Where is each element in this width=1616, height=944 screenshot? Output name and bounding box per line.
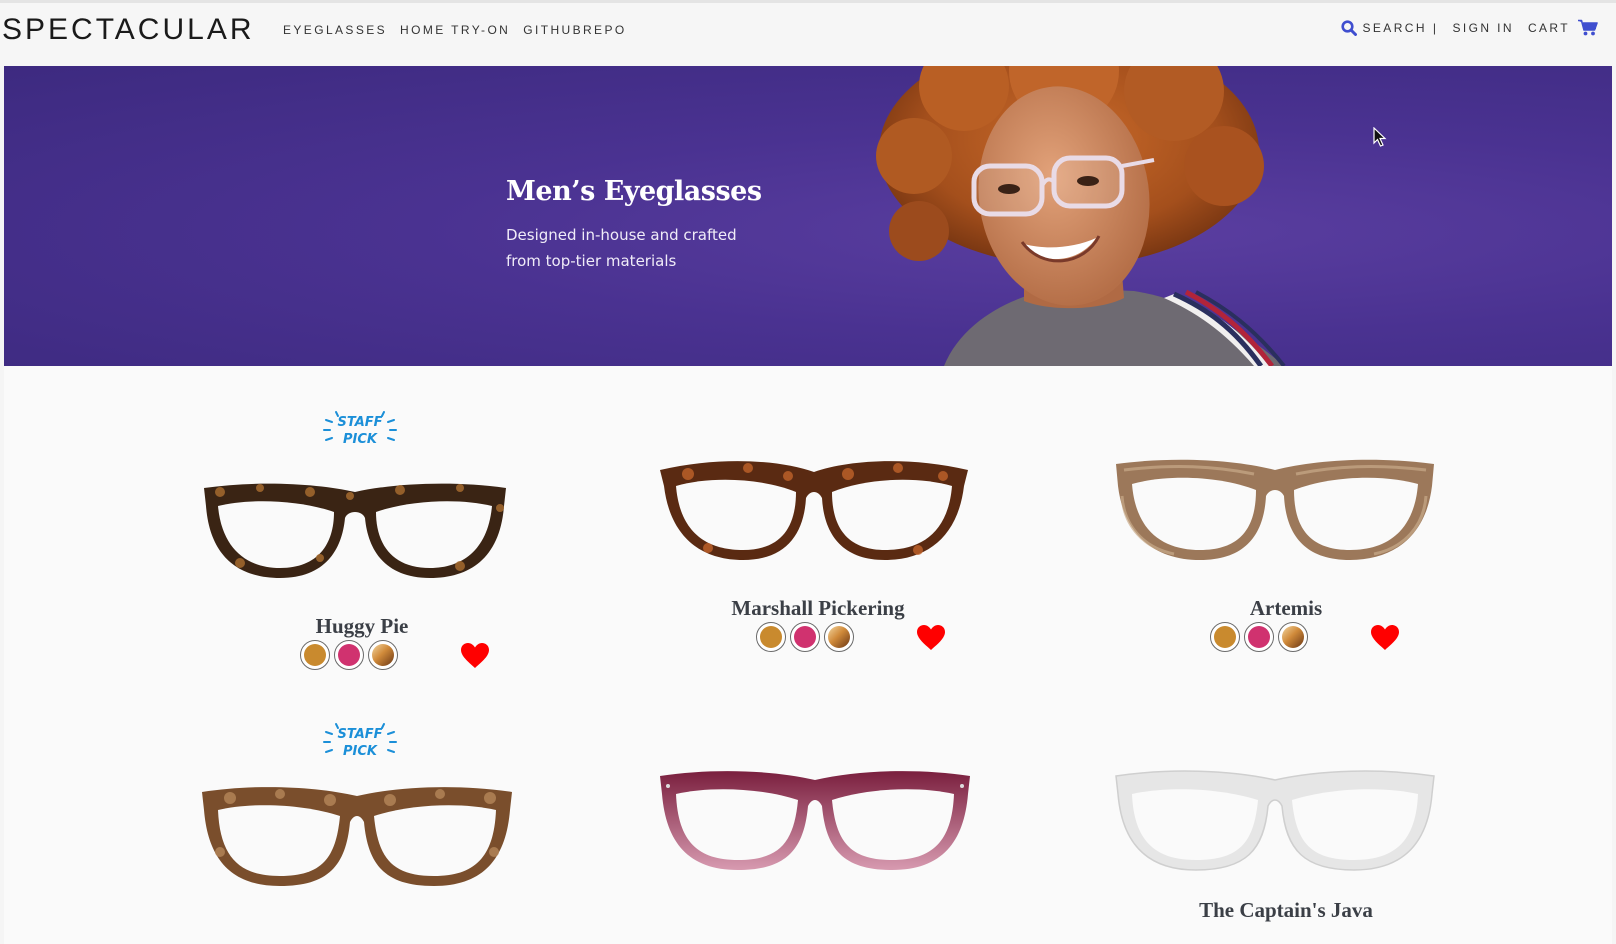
product-name[interactable]: The Captain's Java [1066,898,1506,923]
swatch-tortoise[interactable] [824,622,854,652]
favorite-heart-icon[interactable] [916,624,946,651]
nav-github-repo[interactable]: GITHUBREPO [523,23,626,37]
nav-eyeglasses[interactable]: EYEGLASSES [283,23,387,37]
product-name[interactable]: Artemis [1066,596,1506,621]
search-button[interactable]: SEARCH [1340,19,1427,36]
eyeglasses-frame-image [202,787,512,886]
product-card[interactable]: The Captain's Java [1076,686,1516,944]
cart-button[interactable]: CART [1528,19,1598,36]
product-card[interactable]: Artemis [1076,366,1516,686]
product-name[interactable]: Huggy Pie [142,614,582,639]
staff-pick-line1: STAFF [337,727,382,742]
main-nav: EYEGLASSES HOME TRY-ON GITHUBREPO [283,23,627,37]
swatch-berry[interactable] [790,622,820,652]
nav-home-try-on[interactable]: HOME TRY-ON [400,23,510,37]
eyeglasses-frame-image [1115,770,1435,871]
cart-label: CART [1527,20,1570,35]
swatch-honey[interactable] [1210,622,1240,652]
hero-subtitle: Designed in-house and crafted from top-t… [506,226,737,270]
favorite-heart-icon[interactable] [460,642,490,669]
product-name[interactable]: Marshall Pickering [598,596,1038,621]
color-swatches [300,640,398,670]
search-label: SEARCH [1362,20,1427,35]
eyeglasses-frame-image [1116,459,1434,560]
search-icon [1340,19,1357,36]
staff-pick-line2: PICK [343,432,378,447]
eyeglasses-frame-image [660,771,970,870]
staff-pick-badge: STAFF PICK [323,411,397,447]
staff-pick-line1: STAFF [337,415,382,430]
swatch-honey[interactable] [300,640,330,670]
swatch-honey[interactable] [756,622,786,652]
product-card[interactable]: Marshall Pickering [608,366,1048,686]
color-swatches [756,622,854,652]
utility-separator: | [1432,20,1439,35]
eyeglasses-frame-image [204,483,506,578]
swatch-berry[interactable] [1244,622,1274,652]
favorite-heart-icon[interactable] [1370,624,1400,651]
utility-nav: SEARCH | SIGN IN CART [1340,19,1599,36]
hero-banner: Men’s Eyeglasses Designed in-house and c… [4,66,1612,366]
product-grid: STAFF PICK Huggy Pie Marshall Pickering … [4,366,1612,944]
hero-portrait-image [876,66,1286,366]
eyeglasses-frame-image [660,461,968,560]
sign-in-link[interactable]: SIGN IN [1452,21,1513,35]
staff-pick-badge: STAFF PICK [323,723,397,759]
color-swatches [1210,622,1308,652]
product-card[interactable] [608,686,1048,944]
swatch-tortoise[interactable] [1278,622,1308,652]
mouse-cursor-icon [1373,127,1387,147]
site-logo[interactable]: SPECTACULAR [2,13,255,47]
cart-icon [1578,19,1598,36]
swatch-berry[interactable] [334,640,364,670]
staff-pick-line2: PICK [343,744,378,759]
site-header: SPECTACULAR EYEGLASSES HOME TRY-ON GITHU… [0,0,1616,66]
product-card[interactable]: STAFF PICK Huggy Pie [152,366,592,686]
swatch-tortoise[interactable] [368,640,398,670]
product-card[interactable]: STAFF PICK [152,686,592,944]
hero-title: Men’s Eyeglasses [506,176,762,207]
